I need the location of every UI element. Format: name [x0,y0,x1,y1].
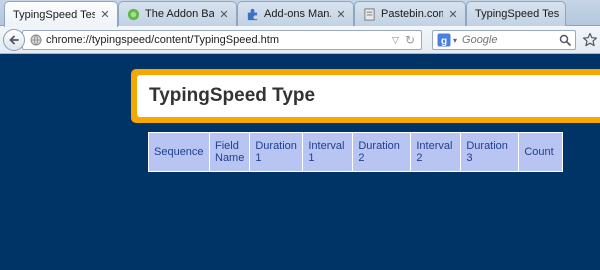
puzzle-icon [127,8,140,20]
tab-addon-bar[interactable]: The Addon Ba... ✕ [118,1,237,26]
reload-icon[interactable]: ↻ [405,33,415,47]
url-text[interactable]: chrome://typingspeed/content/TypingSpeed… [46,34,392,46]
page-content: TypingSpeed Type Sequence Field Name Dur… [0,55,600,270]
url-bar[interactable]: chrome://typingspeed/content/TypingSpeed… [22,30,422,50]
svg-text:g: g [441,36,447,47]
header-interval-2: Interval 2 [410,132,462,172]
tab-close-icon[interactable]: ✕ [335,8,347,21]
navigation-toolbar: chrome://typingspeed/content/TypingSpeed… [0,26,600,54]
search-icon[interactable] [559,34,571,46]
results-table: Sequence Field Name Duration 1 Interval … [148,132,564,172]
bookmark-star-icon[interactable] [582,32,598,48]
tab-title: Add-ons Man... [264,8,331,20]
header-field-name: Field Name [208,132,251,172]
tab-title: TypingSpeed Test [13,8,95,21]
tab-title: Pastebin.com ... [381,8,443,20]
tab-typingspeed-test-2[interactable]: TypingSpeed Test [466,1,566,26]
tab-strip: TypingSpeed Test ✕ The Addon Ba... ✕ Add… [0,0,600,27]
url-dropdown-icon[interactable]: ▽ [392,35,399,46]
tab-pastebin[interactable]: Pastebin.com ... ✕ [354,1,466,26]
table-header-row: Sequence Field Name Duration 1 Interval … [148,132,564,172]
tab-typingspeed-test[interactable]: TypingSpeed Test ✕ [4,1,118,27]
back-arrow-icon [9,35,19,45]
tab-close-icon[interactable]: ✕ [447,8,459,21]
search-engine-dropdown-icon[interactable]: ▾ [453,36,457,45]
addon-icon [247,8,258,20]
globe-icon [30,34,42,46]
title-banner: TypingSpeed Type [131,69,600,123]
tab-title: The Addon Ba... [145,8,214,20]
tab-close-icon[interactable]: ✕ [99,8,111,21]
tab-addons-manager[interactable]: Add-ons Man... ✕ [237,1,354,26]
pastebin-icon [364,7,375,21]
header-interval-1: Interval 1 [302,132,354,172]
search-input[interactable] [462,34,553,46]
header-sequence: Sequence [148,132,210,172]
tab-close-icon[interactable]: ✕ [218,8,230,21]
header-count: Count [518,132,564,172]
search-bar[interactable]: g ▾ [432,30,576,50]
header-duration-2: Duration 2 [352,132,412,172]
google-icon[interactable]: g [437,33,451,47]
back-button[interactable] [3,29,25,51]
page-title: TypingSpeed Type [137,75,600,117]
tab-title: TypingSpeed Test [475,8,559,20]
header-duration-3: Duration 3 [460,132,520,172]
header-duration-1: Duration 1 [249,132,304,172]
